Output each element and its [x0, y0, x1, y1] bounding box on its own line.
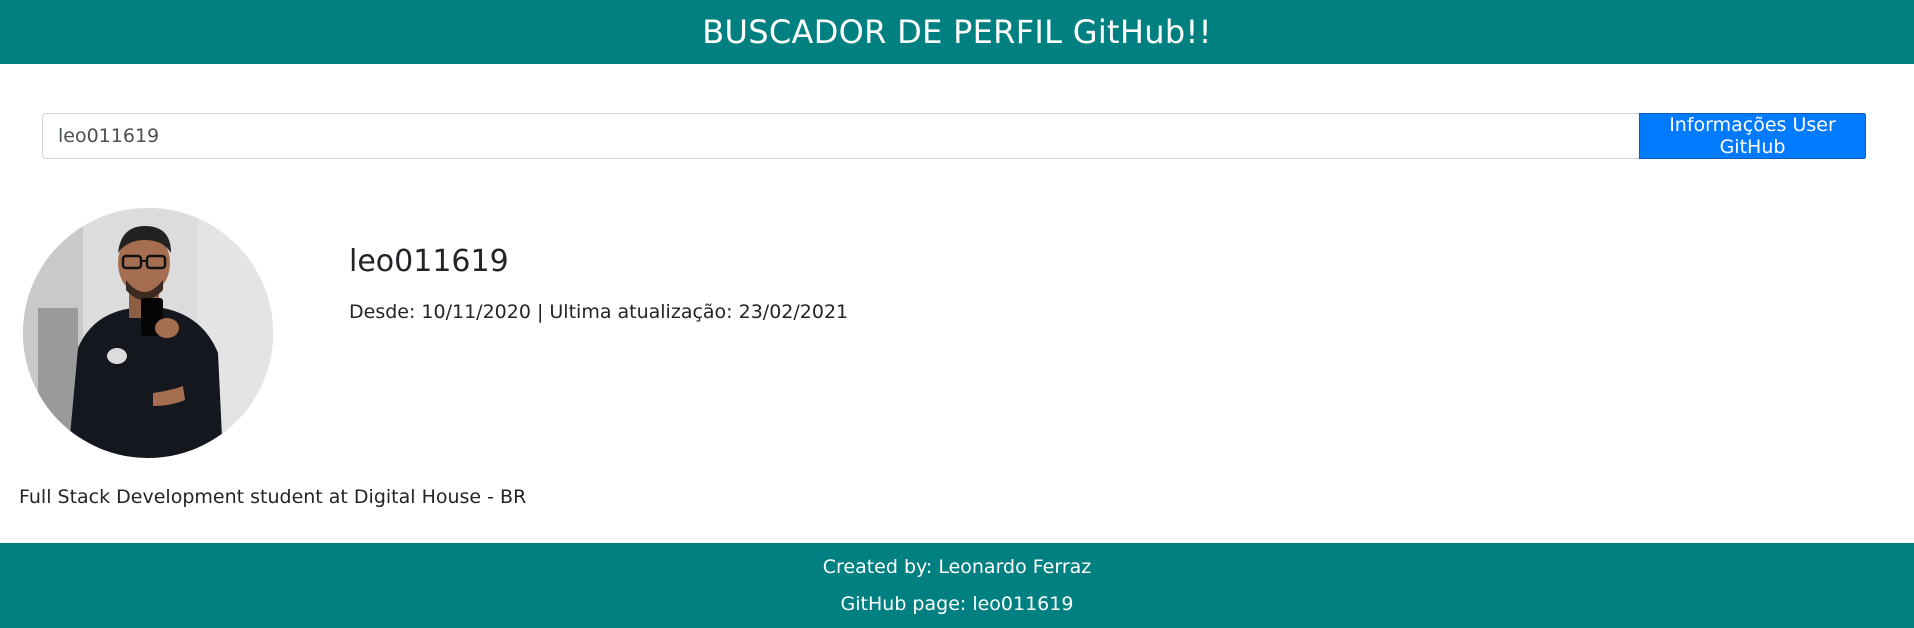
github-info-button[interactable]: Informações User GitHub — [1639, 113, 1866, 159]
search-bar: Informações User GitHub — [42, 113, 1866, 159]
profile-username: leo011619 — [349, 244, 509, 279]
page-footer: Created by: Leonardo Ferraz GitHub page:… — [0, 543, 1914, 628]
profile-dates: Desde: 10/11/2020 | Ultima atualização: … — [349, 301, 849, 323]
footer-github-page: GitHub page: leo011619 — [840, 593, 1074, 615]
profile-bio: Full Stack Development student at Digita… — [19, 486, 527, 508]
page-title: BUSCADOR DE PERFIL GitHub!! — [702, 13, 1212, 51]
avatar — [23, 208, 273, 458]
footer-created-by: Created by: Leonardo Ferraz — [822, 556, 1092, 578]
profile-photo-icon — [23, 208, 273, 458]
page-header: BUSCADOR DE PERFIL GitHub!! — [0, 0, 1914, 64]
username-search-input[interactable] — [42, 113, 1639, 159]
